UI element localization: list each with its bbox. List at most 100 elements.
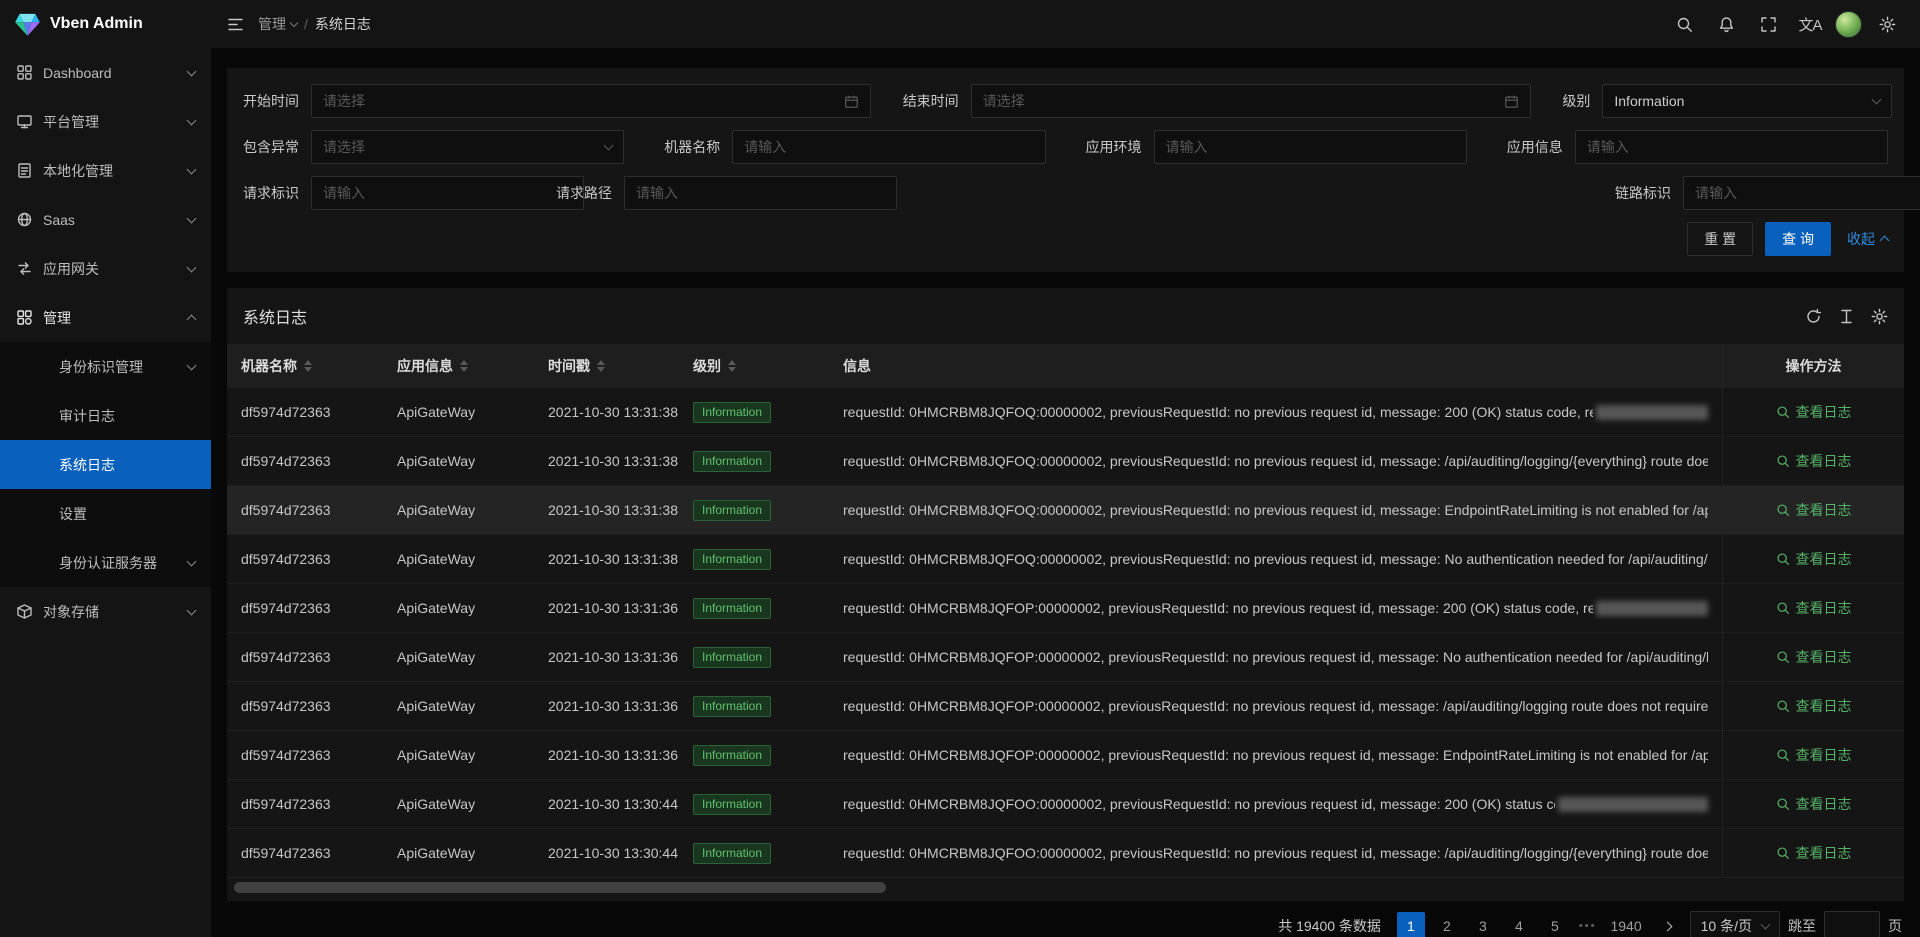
request-id-label: 请求标识	[243, 183, 299, 203]
request-path-input[interactable]	[624, 176, 897, 210]
page-button-3[interactable]: 3	[1469, 912, 1497, 937]
chevron-up-icon	[1880, 235, 1890, 245]
level-badge: Information	[693, 451, 771, 472]
table-title: 系统日志	[243, 304, 307, 328]
table-row[interactable]: df5974d72363 ApiGateWay 2021-10-30 13:31…	[227, 633, 1904, 682]
filter-panel: 开始时间 请选择 结束时间 请选择 级别	[227, 68, 1904, 272]
level-label: 级别	[1562, 91, 1590, 111]
column-header-machine-name[interactable]: 机器名称	[227, 344, 383, 388]
calendar-icon	[844, 94, 859, 109]
sidebar-item-platform-management[interactable]: 平台管理	[0, 97, 211, 146]
avatar[interactable]	[1835, 11, 1862, 38]
sidebar-item-dashboard[interactable]: Dashboard	[0, 48, 211, 97]
view-log-button[interactable]: 查看日志	[1722, 486, 1904, 534]
menu-fold-icon[interactable]	[227, 16, 244, 33]
bell-icon[interactable]	[1709, 4, 1743, 44]
chevron-right-icon	[1663, 921, 1673, 931]
view-log-button[interactable]: 查看日志	[1722, 731, 1904, 779]
sidebar-item-auth-server[interactable]: 身份认证服务器	[0, 538, 211, 587]
view-log-button[interactable]: 查看日志	[1722, 584, 1904, 632]
dashboard-icon	[16, 64, 33, 81]
pagination-ellipsis[interactable]: •••	[1577, 920, 1599, 932]
logo[interactable]: Vben Admin	[0, 0, 211, 48]
machine-name-input[interactable]	[732, 130, 1045, 164]
search-button[interactable]: 查 询	[1765, 222, 1831, 256]
page-button-4[interactable]: 4	[1505, 912, 1533, 937]
table-row[interactable]: df5974d72363 ApiGateWay 2021-10-30 13:31…	[227, 437, 1904, 486]
sidebar-item-object-storage[interactable]: 对象存储	[0, 587, 211, 636]
total-count: 共 19400 条数据	[1278, 916, 1381, 936]
app-env-input[interactable]	[1154, 130, 1467, 164]
start-time-picker[interactable]: 请选择	[311, 84, 871, 118]
horizontal-scrollbar	[230, 882, 1901, 893]
table-row[interactable]: df5974d72363 ApiGateWay 2021-10-30 13:31…	[227, 535, 1904, 584]
column-settings-icon[interactable]	[1871, 308, 1888, 325]
table-row[interactable]: df5974d72363 ApiGateWay 2021-10-30 13:31…	[227, 486, 1904, 535]
table-row[interactable]: df5974d72363 ApiGateWay 2021-10-30 13:31…	[227, 584, 1904, 633]
sort-icons	[728, 360, 736, 372]
magnifier-icon	[1776, 748, 1790, 762]
sidebar-item-identity-management[interactable]: 身份标识管理	[0, 342, 211, 391]
sidebar-item-system-log[interactable]: 系统日志	[0, 440, 211, 489]
scrollbar-thumb[interactable]	[234, 882, 886, 893]
sidebar-item-management[interactable]: 管理	[0, 293, 211, 342]
page-button-1[interactable]: 1	[1397, 912, 1425, 937]
level-select[interactable]: Information	[1602, 84, 1892, 118]
view-log-button[interactable]: 查看日志	[1722, 633, 1904, 681]
table-row[interactable]: df5974d72363 ApiGateWay 2021-10-30 13:31…	[227, 682, 1904, 731]
table-row[interactable]: df5974d72363 ApiGateWay 2021-10-30 13:30…	[227, 829, 1904, 878]
chevron-down-icon	[604, 141, 614, 151]
sidebar-item-audit-log[interactable]: 审计日志	[0, 391, 211, 440]
chevron-down-icon	[187, 66, 197, 76]
sidebar-item-settings[interactable]: 设置	[0, 489, 211, 538]
view-log-button[interactable]: 查看日志	[1722, 535, 1904, 583]
view-log-button[interactable]: 查看日志	[1722, 682, 1904, 730]
level-badge: Information	[693, 598, 771, 619]
search-icon[interactable]	[1667, 4, 1701, 44]
request-id-input[interactable]	[311, 176, 584, 210]
breadcrumb-management[interactable]: 管理	[258, 14, 297, 34]
page-button-5[interactable]: 5	[1541, 912, 1569, 937]
view-log-button[interactable]: 查看日志	[1722, 829, 1904, 877]
column-header-app-info[interactable]: 应用信息	[383, 344, 534, 388]
sidebar-item-localization-management[interactable]: 本地化管理	[0, 146, 211, 195]
view-log-button[interactable]: 查看日志	[1722, 388, 1904, 436]
table-row[interactable]: df5974d72363 ApiGateWay 2021-10-30 13:30…	[227, 780, 1904, 829]
column-header-level[interactable]: 级别	[679, 344, 829, 388]
reset-button[interactable]: 重 置	[1687, 222, 1753, 256]
jump-prefix-label: 跳至	[1788, 916, 1816, 936]
page-button-2[interactable]: 2	[1433, 912, 1461, 937]
jump-suffix-label: 页	[1888, 916, 1902, 936]
exception-select[interactable]: 请选择	[311, 130, 624, 164]
calendar-icon	[1504, 94, 1519, 109]
refresh-icon[interactable]	[1805, 308, 1822, 325]
page-content: 开始时间 请选择 结束时间 请选择 级别	[211, 48, 1920, 937]
next-page-button[interactable]	[1654, 912, 1682, 937]
sidebar-item-saas[interactable]: Saas	[0, 195, 211, 244]
sidebar-item-app-gateway[interactable]: 应用网关	[0, 244, 211, 293]
magnifier-icon	[1776, 650, 1790, 664]
collapse-link[interactable]: 收起	[1847, 229, 1888, 249]
gear-icon[interactable]	[1870, 4, 1904, 44]
page-button-last[interactable]: 1940	[1606, 912, 1645, 937]
page-size-select[interactable]: 10 条/页	[1690, 911, 1780, 937]
magnifier-icon	[1776, 552, 1790, 566]
view-log-button[interactable]: 查看日志	[1722, 780, 1904, 828]
table-row[interactable]: df5974d72363 ApiGateWay 2021-10-30 13:31…	[227, 731, 1904, 780]
fullscreen-icon[interactable]	[1751, 4, 1785, 44]
sort-icons	[597, 360, 605, 372]
magnifier-icon	[1776, 601, 1790, 615]
locale-icon[interactable]: 文A	[1793, 4, 1827, 44]
end-time-picker[interactable]: 请选择	[971, 84, 1531, 118]
magnifier-icon	[1776, 846, 1790, 860]
storage-icon	[16, 603, 33, 620]
view-log-button[interactable]: 查看日志	[1722, 437, 1904, 485]
jump-page-input[interactable]	[1824, 911, 1880, 937]
request-path-label: 请求路径	[556, 183, 612, 203]
magnifier-icon	[1776, 454, 1790, 468]
trace-id-input[interactable]	[1683, 176, 1920, 210]
table-row[interactable]: df5974d72363 ApiGateWay 2021-10-30 13:31…	[227, 388, 1904, 437]
row-height-icon[interactable]	[1838, 308, 1855, 325]
column-header-timestamp[interactable]: 时间戳	[534, 344, 679, 388]
app-info-input[interactable]	[1575, 130, 1888, 164]
